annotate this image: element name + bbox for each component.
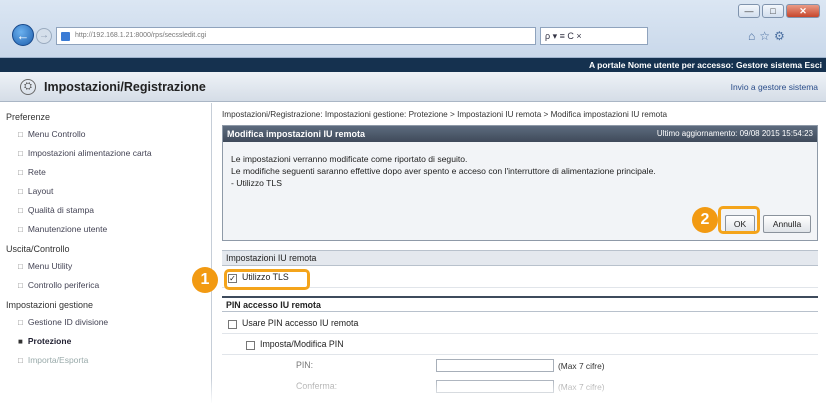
dialog-header: Modifica impostazioni IU remota Ultimo a… <box>223 126 817 142</box>
use-tls-row: ✓ Utilizzo TLS <box>222 268 818 288</box>
pin-input[interactable] <box>436 359 554 372</box>
dialog-message-2: Le modifiche seguenti saranno effettive … <box>231 166 656 176</box>
confirm-pin-input[interactable] <box>436 380 554 393</box>
back-arrow-icon[interactable]: ← <box>12 24 34 46</box>
step-badge-2: 2 <box>692 207 718 233</box>
window-controls: — □ ✕ <box>738 4 820 18</box>
sidebar-item-menu-controllo[interactable]: Menu Controllo <box>18 129 86 139</box>
sidebar-item-manutenzione-utente[interactable]: Manutenzione utente <box>18 224 107 234</box>
page-favicon-icon <box>61 32 70 41</box>
close-window-button[interactable]: ✕ <box>786 4 820 18</box>
address-bar[interactable]: http://192.168.1.21:8000/rps/secssledit.… <box>56 27 536 45</box>
page-header: ⛭ Impostazioni/Registrazione Invio a ges… <box>0 72 826 102</box>
use-pin-row: Usare PIN accesso IU remota <box>222 314 818 334</box>
browser-chrome: — □ ✕ ← → http://192.168.1.21:8000/rps/s… <box>0 0 826 58</box>
ok-button-highlight <box>718 206 760 234</box>
set-pin-label: Imposta/Modifica PIN <box>260 339 344 349</box>
sidebar-item-menu-utility[interactable]: Menu Utility <box>18 261 72 271</box>
portal-bar: A portale Nome utente per accesso: Gesto… <box>0 58 826 72</box>
set-pin-row: Imposta/Modifica PIN <box>222 335 818 355</box>
dialog-message-1: Le impostazioni verranno modificate come… <box>231 154 468 164</box>
url-text: http://192.168.1.21:8000/rps/secssledit.… <box>75 32 207 39</box>
sidebar: Preferenze Menu Controllo Impostazioni a… <box>0 103 212 403</box>
pin-hint: (Max 7 cifre) <box>558 361 605 371</box>
maximize-button[interactable]: □ <box>762 4 784 18</box>
dialog-title: Modifica impostazioni IU remota <box>227 129 366 139</box>
sidebar-heading-gestione: Impostazioni gestione <box>6 300 94 310</box>
sidebar-item-controllo-periferica[interactable]: Controllo periferica <box>18 280 99 290</box>
sidebar-item-alimentazione-carta[interactable]: Impostazioni alimentazione carta <box>18 148 152 158</box>
sidebar-item-qualita-stampa[interactable]: Qualità di stampa <box>18 205 94 215</box>
sidebar-item-layout[interactable]: Layout <box>18 186 54 196</box>
settings-logo-icon: ⛭ <box>20 79 36 95</box>
pin-label: PIN: <box>296 360 314 370</box>
sidebar-item-rete[interactable]: Rete <box>18 167 46 177</box>
section-remote-ui-pin: PIN accesso IU remota <box>222 296 818 312</box>
confirm-pin-label: Conferma: <box>296 381 338 391</box>
sidebar-heading-preferenze: Preferenze <box>6 112 51 122</box>
step-badge-1: 1 <box>192 267 218 293</box>
forward-arrow-icon[interactable]: → <box>36 28 52 44</box>
sidebar-heading-uscita: Uscita/Controllo <box>6 244 70 254</box>
dialog-message-3: - Utilizzo TLS <box>231 178 282 188</box>
mail-to-admin-link[interactable]: Invio a gestore sistema <box>731 82 818 92</box>
last-updated: Ultimo aggiornamento: 09/08 2015 15:54:2… <box>656 129 813 138</box>
pin-row: PIN: (Max 7 cifre) <box>222 356 818 376</box>
use-pin-label: Usare PIN accesso IU remota <box>242 318 359 328</box>
confirm-pin-row: Conferma: (Max 7 cifre) <box>222 377 818 397</box>
minimize-button[interactable]: — <box>738 4 760 18</box>
portal-user-info[interactable]: A portale Nome utente per accesso: Gesto… <box>589 58 822 72</box>
sidebar-item-protezione[interactable]: Protezione <box>18 336 71 346</box>
confirm-pin-hint: (Max 7 cifre) <box>558 382 605 392</box>
use-tls-highlight <box>224 269 310 290</box>
use-pin-checkbox[interactable] <box>228 320 237 329</box>
cancel-button[interactable]: Annulla <box>763 215 811 233</box>
sidebar-item-gestione-id[interactable]: Gestione ID divisione <box>18 317 108 327</box>
address-tools[interactable]: ρ ▾ ≡ C × <box>540 27 648 45</box>
sidebar-item-importa-esporta[interactable]: Importa/Esporta <box>18 355 88 365</box>
page-title: Impostazioni/Registrazione <box>44 80 206 94</box>
home-star-gear-icons[interactable]: ⌂☆⚙ <box>748 29 789 43</box>
set-pin-checkbox[interactable] <box>246 341 255 350</box>
breadcrumb: Impostazioni/Registrazione: Impostazioni… <box>222 110 668 119</box>
section-remote-ui-settings: Impostazioni IU remota <box>222 250 818 266</box>
